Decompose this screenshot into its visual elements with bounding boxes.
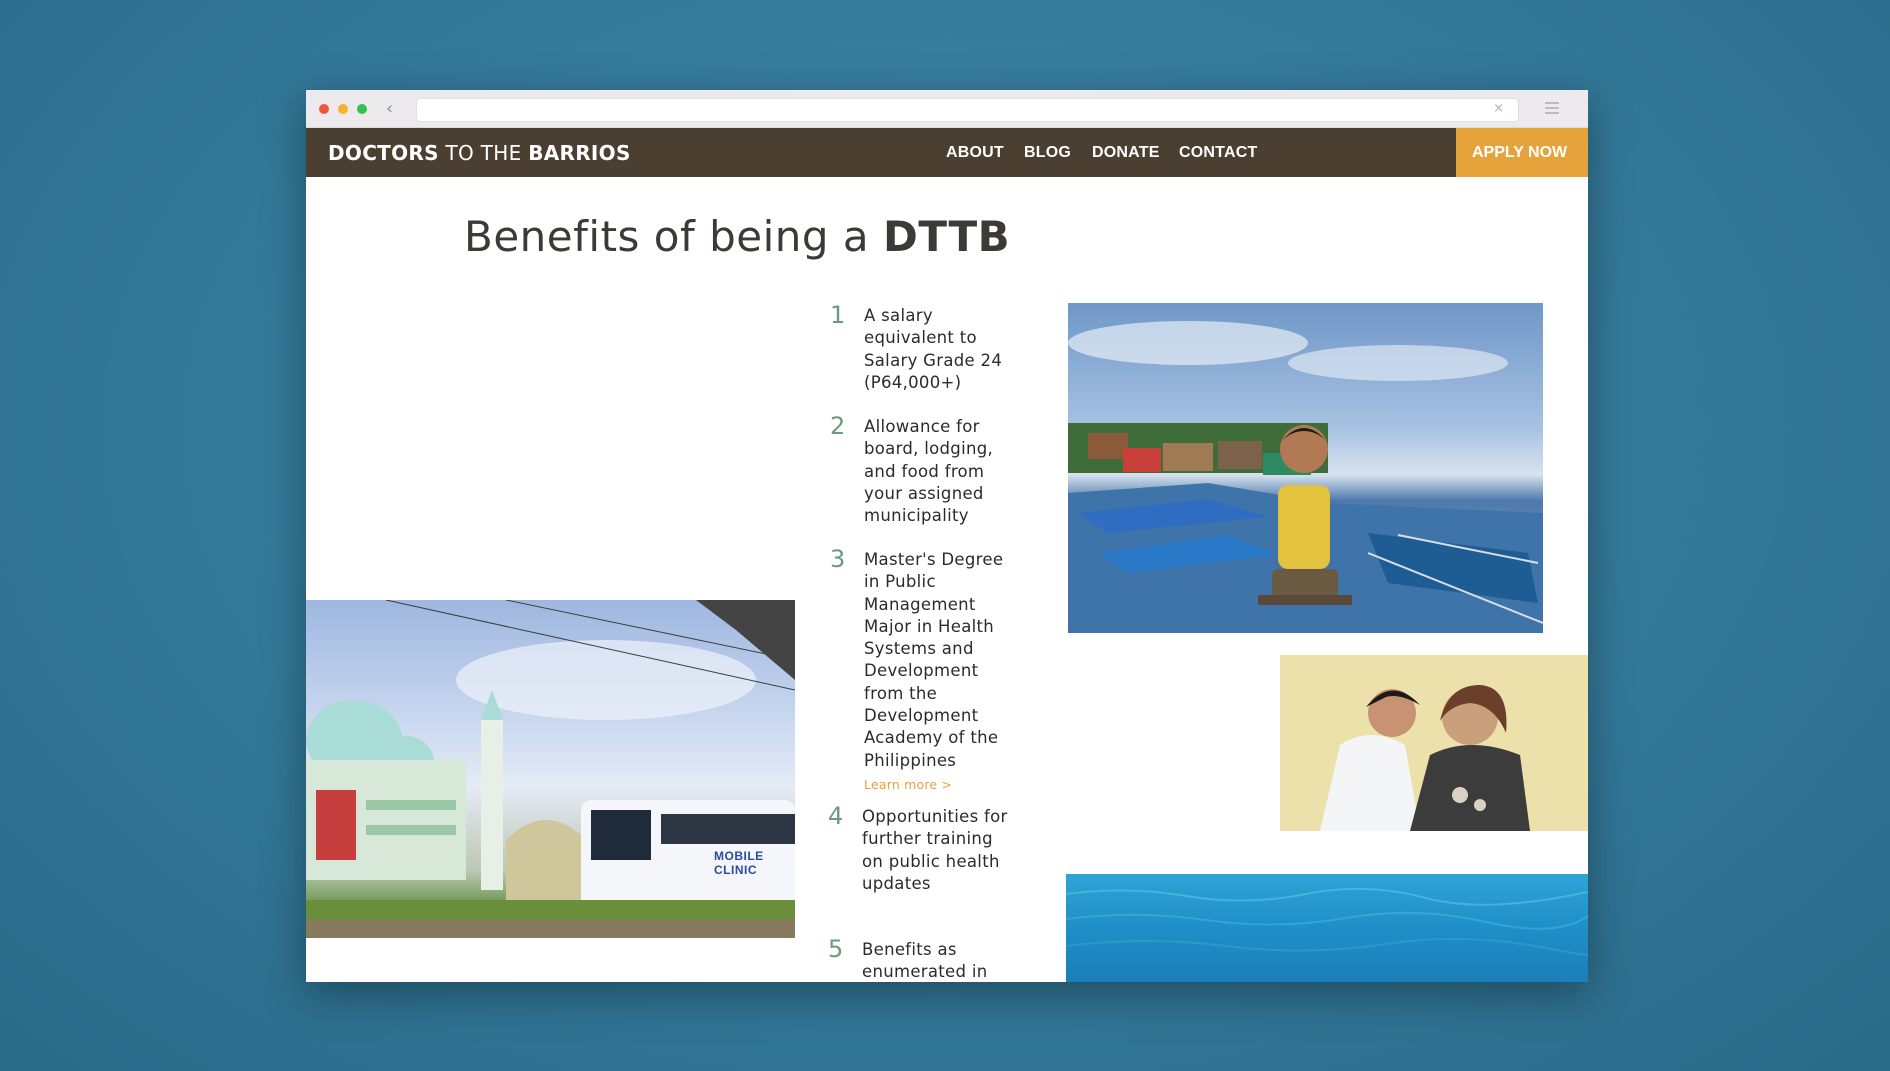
browser-window: ‹ × DOCTORS TO THE BARRIOS ABOUT BLOG DO… xyxy=(306,90,1588,982)
benefit-text: Opportunities for further training on pu… xyxy=(862,807,1008,893)
ocean-texture xyxy=(1066,887,1588,956)
mobile-clinic-photo: MOBILE CLINIC xyxy=(306,600,795,938)
benefit-number: 1 xyxy=(830,301,846,329)
brand-part-to-the: TO THE xyxy=(445,141,522,165)
page-title-bold: DTTB xyxy=(883,212,1011,261)
benefit-text: Master's Degree in Public Management Maj… xyxy=(864,550,1004,770)
apply-now-label: APPLY NOW xyxy=(1472,144,1568,161)
benefit-number: 3 xyxy=(830,545,846,573)
site-navbar: DOCTORS TO THE BARRIOS ABOUT BLOG DONATE… xyxy=(306,128,1588,177)
learn-more-link[interactable]: Learn more > xyxy=(864,774,1014,796)
eye-exam-illustration xyxy=(1280,655,1588,831)
nav-link-donate[interactable]: DONATE xyxy=(1092,144,1160,162)
browser-toolbar: ‹ × xyxy=(306,90,1588,128)
back-arrow-icon[interactable]: ‹ xyxy=(386,98,393,119)
page-title-prefix: Benefits of being a xyxy=(464,212,883,261)
page-title: Benefits of being a DTTB xyxy=(464,212,1010,261)
benefit-text: A salary equivalent to Salary Grade 24 (… xyxy=(864,306,1003,392)
apply-now-button[interactable]: APPLY NOW xyxy=(1456,128,1588,177)
brand-part-barrios: BARRIOS xyxy=(528,141,631,165)
doctor-pier-photo xyxy=(1068,303,1543,633)
brand-part-doctors: DOCTORS xyxy=(328,141,439,165)
benefit-text: Allowance for board, lodging, and food f… xyxy=(864,417,994,526)
site-logo[interactable]: DOCTORS TO THE BARRIOS xyxy=(328,141,631,165)
bus-label: MOBILE CLINIC xyxy=(714,849,764,877)
nav-link-contact[interactable]: CONTACT xyxy=(1179,144,1257,162)
nav-link-blog[interactable]: BLOG xyxy=(1024,144,1071,162)
maximize-window-icon[interactable] xyxy=(357,104,367,114)
benefit-number: 5 xyxy=(828,935,844,963)
hamburger-menu-icon[interactable] xyxy=(1545,102,1559,117)
close-window-icon[interactable] xyxy=(319,104,329,114)
address-bar[interactable]: × xyxy=(416,98,1519,122)
nav-link-about[interactable]: ABOUT xyxy=(946,144,1004,162)
benefit-text: Benefits as enumerated in xyxy=(862,940,988,982)
ocean-photo xyxy=(1066,874,1588,982)
clear-url-icon[interactable]: × xyxy=(1493,101,1504,116)
benefit-text-block: Master's Degree in Public Management Maj… xyxy=(864,549,1014,796)
minimize-window-icon[interactable] xyxy=(338,104,348,114)
benefit-number: 4 xyxy=(828,802,844,830)
mobile-clinic-illustration xyxy=(306,600,795,938)
eye-exam-photo xyxy=(1280,655,1588,831)
benefit-number: 2 xyxy=(830,412,846,440)
doctor-pier-illustration xyxy=(1068,321,1543,633)
